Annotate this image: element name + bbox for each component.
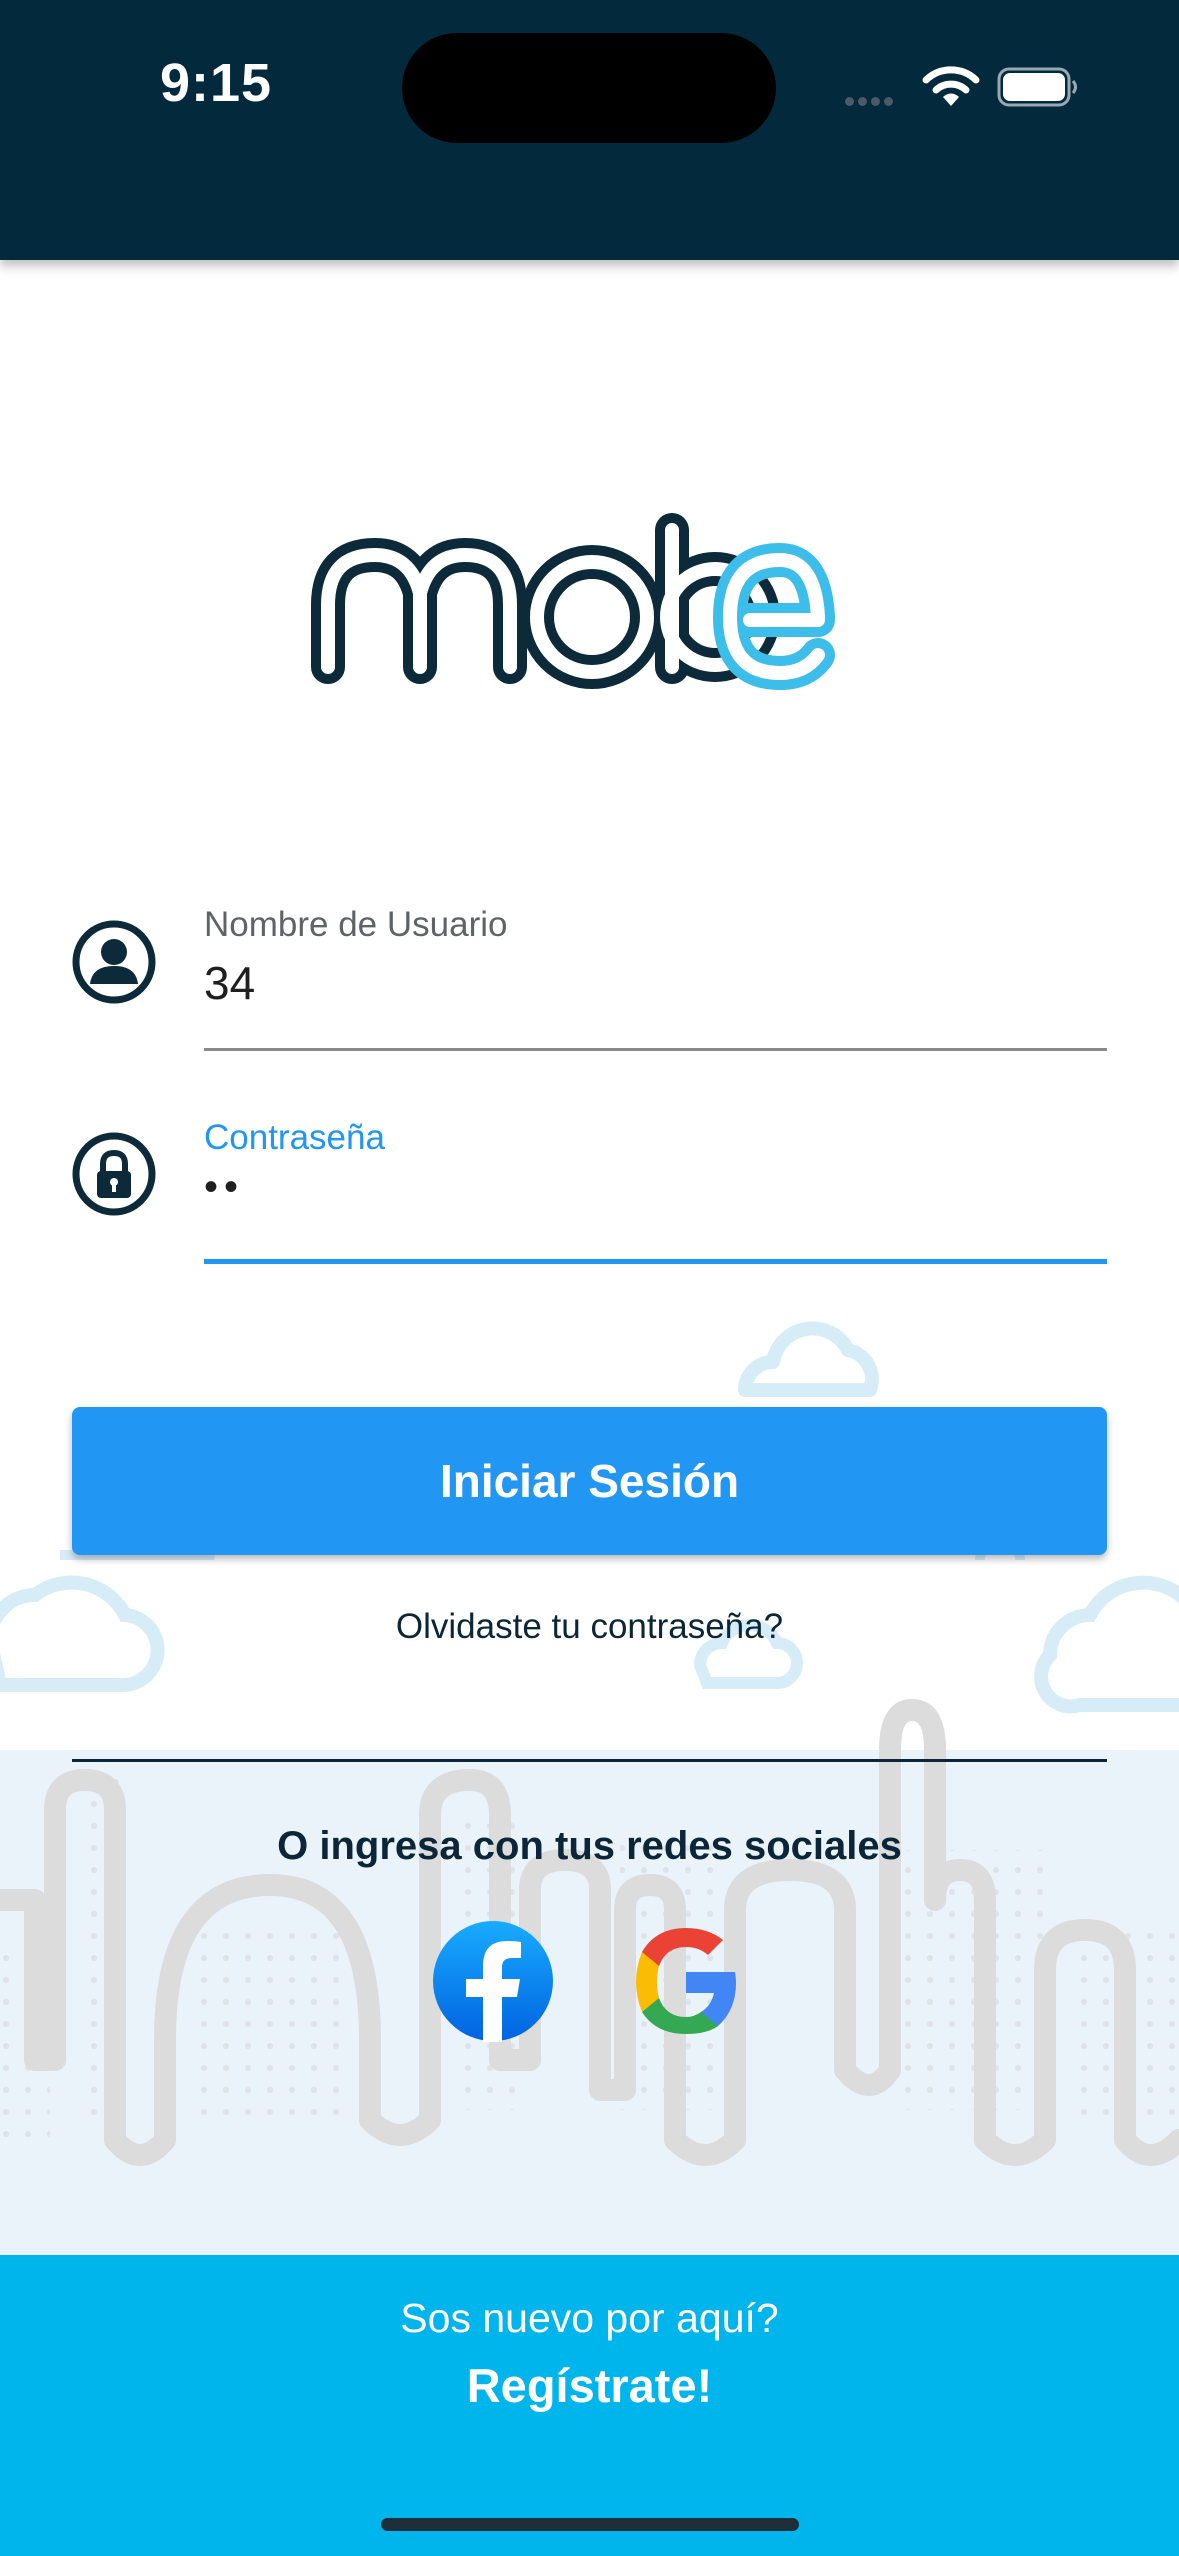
username-label: Nombre de Usuario [204, 905, 508, 944]
mobe-logo: mobe [311, 513, 835, 691]
social-login-heading: O ingresa con tus redes sociales [277, 1824, 902, 1868]
status-time: 9:15 [160, 53, 273, 113]
new-user-question: Sos nuevo por aquí? [400, 2295, 779, 2341]
username-input[interactable]: 34 [204, 956, 255, 1010]
divider [72, 1759, 1107, 1762]
facebook-icon[interactable] [432, 1920, 554, 2042]
register-footer: Sos nuevo por aquí? Regístrate! [0, 2255, 1179, 2556]
google-icon[interactable] [628, 1924, 744, 2040]
password-label: Contraseña [204, 1118, 385, 1157]
password-input[interactable]: •• [204, 1165, 244, 1210]
password-underline [204, 1259, 1107, 1264]
battery-icon [997, 67, 1077, 107]
home-indicator [381, 2518, 799, 2531]
status-bar: 9:15 [0, 0, 1179, 260]
dynamic-island [402, 33, 776, 143]
lock-icon [72, 1132, 156, 1216]
forgot-password-link[interactable]: Olvidaste tu contraseña? [0, 1607, 1179, 1647]
register-link[interactable]: Regístrate! [0, 2358, 1179, 2413]
wifi-icon [922, 66, 980, 106]
user-icon [72, 920, 156, 1004]
login-button[interactable]: Iniciar Sesión [72, 1407, 1107, 1555]
username-underline [204, 1048, 1107, 1051]
cellular-signal-icon [845, 93, 897, 111]
